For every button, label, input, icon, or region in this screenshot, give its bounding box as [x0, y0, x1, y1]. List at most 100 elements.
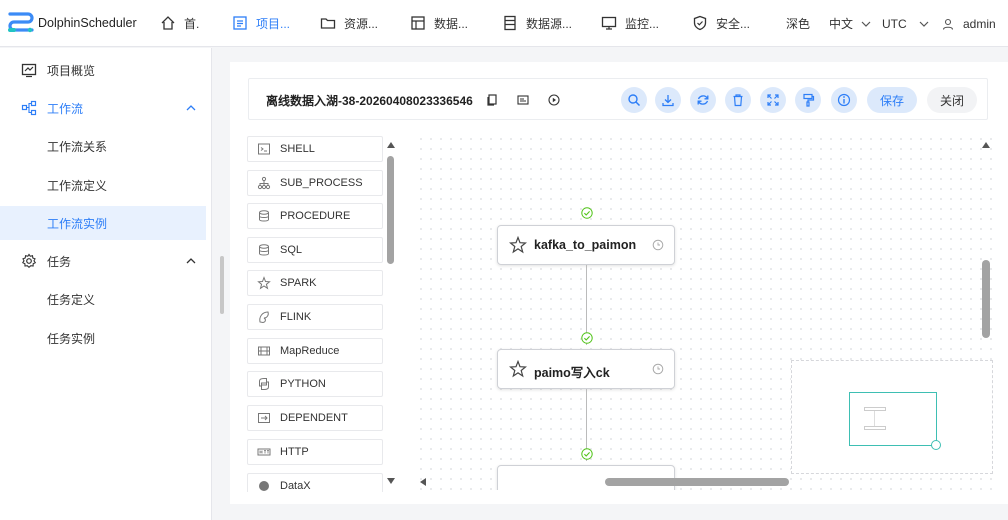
task-procedure[interactable]: PROCEDURE — [247, 203, 383, 229]
sidebar-item-workflow-relation[interactable]: 工作流关系 — [0, 129, 206, 163]
home-icon — [161, 16, 175, 30]
dependent-icon — [258, 413, 270, 423]
user-icon — [942, 18, 954, 30]
node-status-icon — [652, 363, 664, 375]
sidebar-item-project-overview[interactable]: 项目概览 — [0, 53, 206, 87]
nav-home[interactable]: 首. — [160, 0, 199, 47]
sidebar-item-workflow[interactable]: 工作流 — [0, 91, 206, 125]
sidebar-item-task-definition[interactable]: 任务定义 — [0, 282, 206, 316]
spark-icon — [257, 276, 271, 290]
sql-icon — [259, 244, 269, 256]
flink-icon — [259, 311, 269, 324]
format-button[interactable] — [795, 87, 821, 113]
shield-icon — [693, 15, 707, 31]
canvas-horizontal-scrollbar[interactable] — [605, 478, 789, 486]
minimap-node — [864, 426, 886, 430]
chevron-up-icon — [186, 105, 196, 111]
search-icon — [628, 94, 641, 107]
user-menu[interactable]: admin — [942, 17, 1004, 31]
refresh-button[interactable] — [690, 87, 716, 113]
canvas-scroll-up[interactable] — [982, 142, 990, 148]
fullscreen-icon — [767, 94, 779, 106]
task-spark[interactable]: SPARK — [247, 270, 383, 296]
chevron-down-icon — [861, 21, 871, 27]
brand-logo[interactable]: DolphinScheduler — [0, 0, 150, 47]
task-sub-process[interactable]: SUB_PROCESS — [247, 170, 383, 196]
dag-toolbar: 离线数据入湖-38-20260408023336546 保存 关闭 — [248, 78, 988, 120]
project-icon — [233, 16, 247, 30]
language-select[interactable]: 中文 — [829, 15, 879, 32]
task-dependent[interactable]: DEPENDENT — [247, 405, 383, 431]
canvas-vertical-scrollbar[interactable] — [982, 260, 990, 338]
sidebar-item-task-instance[interactable]: 任务实例 — [0, 321, 206, 355]
task-flink[interactable]: FLINK — [247, 304, 383, 330]
fullscreen-button[interactable] — [760, 87, 786, 113]
download-icon — [662, 95, 674, 107]
copy-icon[interactable] — [485, 93, 499, 107]
info-icon — [837, 93, 851, 107]
nav-security[interactable]: 安全... — [692, 0, 750, 47]
nav-project[interactable]: 项目... — [232, 0, 290, 47]
info-button[interactable] — [831, 87, 857, 113]
success-check-icon — [581, 332, 593, 344]
save-button[interactable]: 保存 — [867, 87, 917, 113]
trash-icon — [733, 94, 743, 107]
minimap-resize-handle[interactable] — [931, 440, 941, 450]
dag-node[interactable]: paimo写入ck — [497, 349, 675, 389]
task-mapreduce[interactable]: MapReduce — [247, 338, 383, 364]
monitor-icon — [601, 16, 617, 30]
theme-toggle[interactable]: 深色 — [786, 15, 826, 32]
sidebar-item-task[interactable]: 任务 — [0, 244, 206, 278]
task-datax[interactable]: DataX — [247, 473, 383, 492]
database-icon — [259, 210, 269, 222]
sidebar: 项目概览 工作流 工作流关系 工作流定义 工作流实例 任务 任务定义 任务实例 — [0, 48, 212, 520]
workflow-icon — [21, 100, 37, 116]
folder-icon — [320, 18, 336, 29]
mapreduce-icon — [258, 346, 270, 356]
palette-scroll-up[interactable] — [387, 142, 395, 148]
success-check-icon — [581, 448, 593, 460]
datax-icon — [259, 481, 269, 491]
task-python[interactable]: PYTHON — [247, 371, 383, 397]
minimap-viewport[interactable] — [849, 392, 937, 446]
sidebar-item-workflow-definition[interactable]: 工作流定义 — [0, 168, 206, 202]
download-button[interactable] — [655, 87, 681, 113]
http-icon — [257, 448, 271, 456]
node-label: kafka_to_paimon — [534, 238, 637, 252]
workflow-title: 离线数据入湖-38-20260408023336546 — [266, 94, 473, 108]
timezone-select[interactable]: UTC — [882, 17, 932, 31]
dag-node[interactable]: kafka_to_paimon — [497, 225, 675, 265]
brand-name: DolphinScheduler — [38, 16, 137, 30]
refresh-icon — [697, 95, 709, 105]
nav-resource[interactable]: 资源... — [320, 0, 378, 47]
palette-scrollbar[interactable] — [387, 156, 394, 264]
task-http[interactable]: HTTP — [247, 439, 383, 465]
star-icon — [509, 236, 527, 254]
top-header: DolphinScheduler 首. 项目... 资源... 数据... 数据… — [0, 0, 1008, 47]
canvas-scroll-left[interactable] — [420, 478, 426, 486]
nav-datasource[interactable]: 数据源... — [502, 0, 572, 47]
task-sql[interactable]: SQL — [247, 237, 383, 263]
chevron-down-icon — [919, 21, 929, 27]
minimap-edge — [874, 411, 875, 426]
variables-icon[interactable] — [516, 93, 530, 107]
star-icon — [509, 360, 527, 378]
sub-process-icon — [257, 176, 271, 190]
nav-data[interactable]: 数据... — [410, 0, 468, 47]
delete-button[interactable] — [725, 87, 751, 113]
sidebar-item-workflow-instance[interactable]: 工作流实例 — [0, 206, 206, 240]
sidebar-scrollbar[interactable] — [220, 256, 224, 314]
task-palette: SHELL SUB_PROCESS PROCEDURE SQL SPARK FL… — [247, 136, 397, 492]
startup-params-icon[interactable] — [547, 93, 561, 107]
python-icon — [259, 378, 269, 390]
nav-monitor[interactable]: 监控... — [601, 0, 659, 47]
format-painter-icon — [803, 93, 815, 107]
search-button[interactable] — [621, 87, 647, 113]
node-label: paimo写入ck — [534, 366, 610, 380]
dolphin-logo-icon — [8, 12, 34, 33]
palette-scroll-down[interactable] — [387, 478, 395, 484]
chevron-up-icon — [186, 258, 196, 264]
node-status-icon — [652, 239, 664, 251]
task-shell[interactable]: SHELL — [247, 136, 383, 162]
close-button[interactable]: 关闭 — [927, 87, 977, 113]
